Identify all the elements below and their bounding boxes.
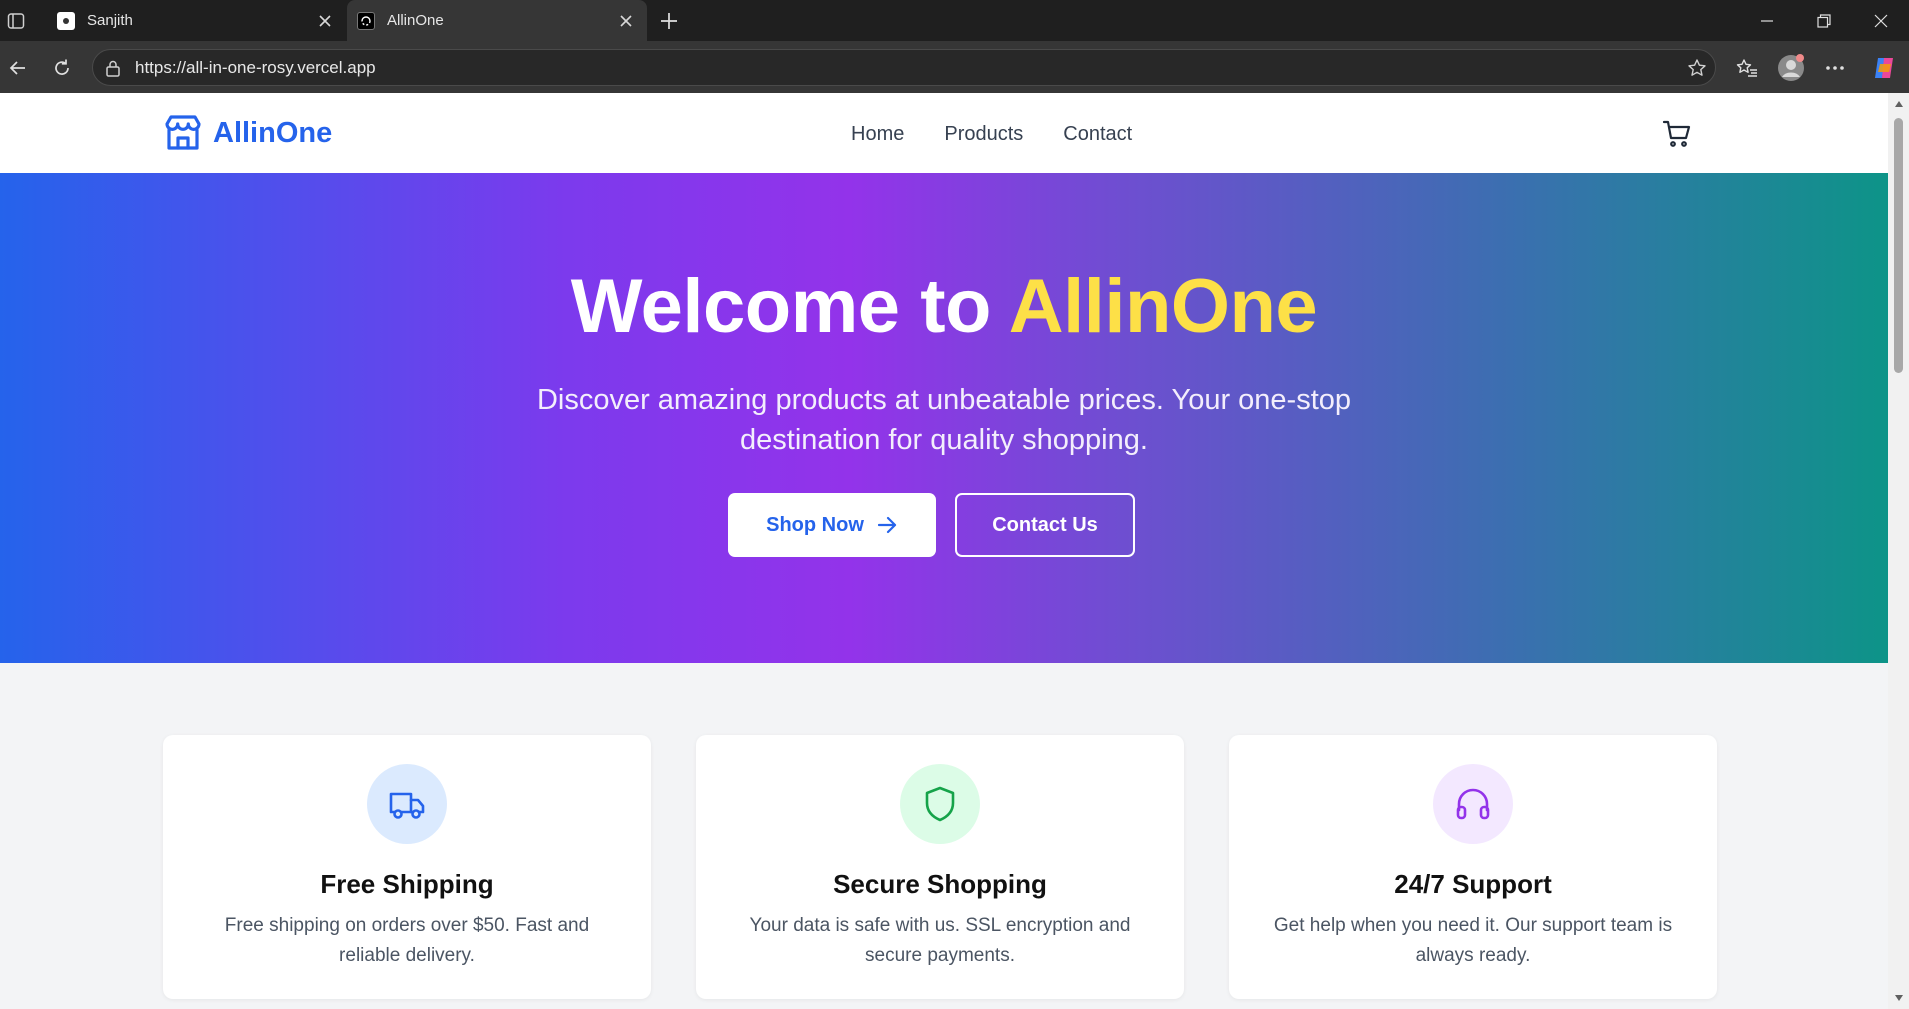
address-bar-row: https://all-in-one-rosy.vercel.app <box>0 41 1909 93</box>
shield-icon <box>900 764 980 844</box>
feature-card-secure: Secure Shopping Your data is safe with u… <box>696 735 1184 999</box>
store-icon <box>163 113 203 153</box>
feature-title: Secure Shopping <box>833 869 1047 899</box>
headphones-icon <box>1433 764 1513 844</box>
browser-tab-sanjith[interactable]: Sanjith <box>47 0 346 41</box>
feature-title: Free Shipping <box>320 869 494 899</box>
hero-title: Welcome to AllinOne <box>0 263 1888 350</box>
url-field[interactable]: https://all-in-one-rosy.vercel.app <box>92 49 1716 86</box>
tab-favicon-icon <box>57 11 75 30</box>
contact-us-button[interactable]: Contact Us <box>955 493 1135 557</box>
window-close-icon[interactable] <box>1852 0 1909 41</box>
scroll-up-icon[interactable] <box>1893 99 1904 109</box>
browser-tab-allinone[interactable]: AllinOne <box>347 0 647 41</box>
copilot-icon[interactable] <box>1867 51 1901 85</box>
arrow-right-icon <box>876 514 898 536</box>
new-tab-icon[interactable] <box>654 6 684 36</box>
feature-card-support: 24/7 Support Get help when you need it. … <box>1229 735 1717 999</box>
scroll-down-icon[interactable] <box>1893 993 1904 1003</box>
feature-description: Your data is safe with us. SSL encryptio… <box>749 915 1131 966</box>
hero-section: Welcome to AllinOne Discover amazing pro… <box>0 173 1888 663</box>
scrollbar-thumb[interactable] <box>1894 118 1903 373</box>
profile-avatar[interactable] <box>1774 51 1808 85</box>
tab-favicon-icon <box>357 11 375 30</box>
tab-title: AllinOne <box>387 12 444 29</box>
feature-title: 24/7 Support <box>1394 869 1552 899</box>
hero-title-prefix: Welcome to <box>570 264 1009 349</box>
url-text: https://all-in-one-rosy.vercel.app <box>135 57 376 77</box>
nav-products[interactable]: Products <box>944 123 1023 146</box>
page-scrollbar[interactable] <box>1888 93 1909 1009</box>
minimize-icon[interactable] <box>1738 0 1795 41</box>
hero-title-accent: AllinOne <box>1008 264 1318 349</box>
feature-description: Free shipping on orders over $50. Fast a… <box>224 915 590 966</box>
page-viewport: AllinOne Home Products Contact Welcome t… <box>0 93 1888 1009</box>
favorite-star-icon[interactable] <box>1679 58 1715 78</box>
hero-subtitle: Discover amazing products at unbeatable … <box>536 384 1352 456</box>
site-header: AllinOne Home Products Contact <box>0 93 1888 173</box>
feature-card-shipping: Free Shipping Free shipping on orders ov… <box>163 735 651 999</box>
restore-icon[interactable] <box>1795 0 1852 41</box>
shop-now-label: Shop Now <box>766 513 864 536</box>
truck-icon <box>367 764 447 844</box>
contact-us-label: Contact Us <box>992 513 1098 536</box>
tab-close-icon[interactable] <box>310 6 340 36</box>
tab-title: Sanjith <box>87 12 133 29</box>
lock-icon[interactable] <box>103 59 123 77</box>
reload-icon[interactable] <box>46 52 78 84</box>
browser-tab-bar: Sanjith AllinOne <box>0 0 1909 41</box>
more-options-icon[interactable] <box>1818 51 1852 85</box>
tab-close-icon[interactable] <box>611 6 641 36</box>
shop-now-button[interactable]: Shop Now <box>728 493 936 557</box>
favorites-icon[interactable] <box>1730 51 1764 85</box>
brand-name: AllinOne <box>213 116 333 149</box>
nav-contact[interactable]: Contact <box>1063 123 1132 146</box>
site-logo[interactable]: AllinOne <box>163 113 332 153</box>
main-nav: Home Products Contact <box>851 119 1132 149</box>
nav-home[interactable]: Home <box>851 123 904 146</box>
tab-actions-icon[interactable] <box>5 10 27 32</box>
back-icon[interactable] <box>2 52 34 84</box>
cart-icon[interactable] <box>1660 117 1694 151</box>
feature-description: Get help when you need it. Our support t… <box>1273 915 1673 966</box>
